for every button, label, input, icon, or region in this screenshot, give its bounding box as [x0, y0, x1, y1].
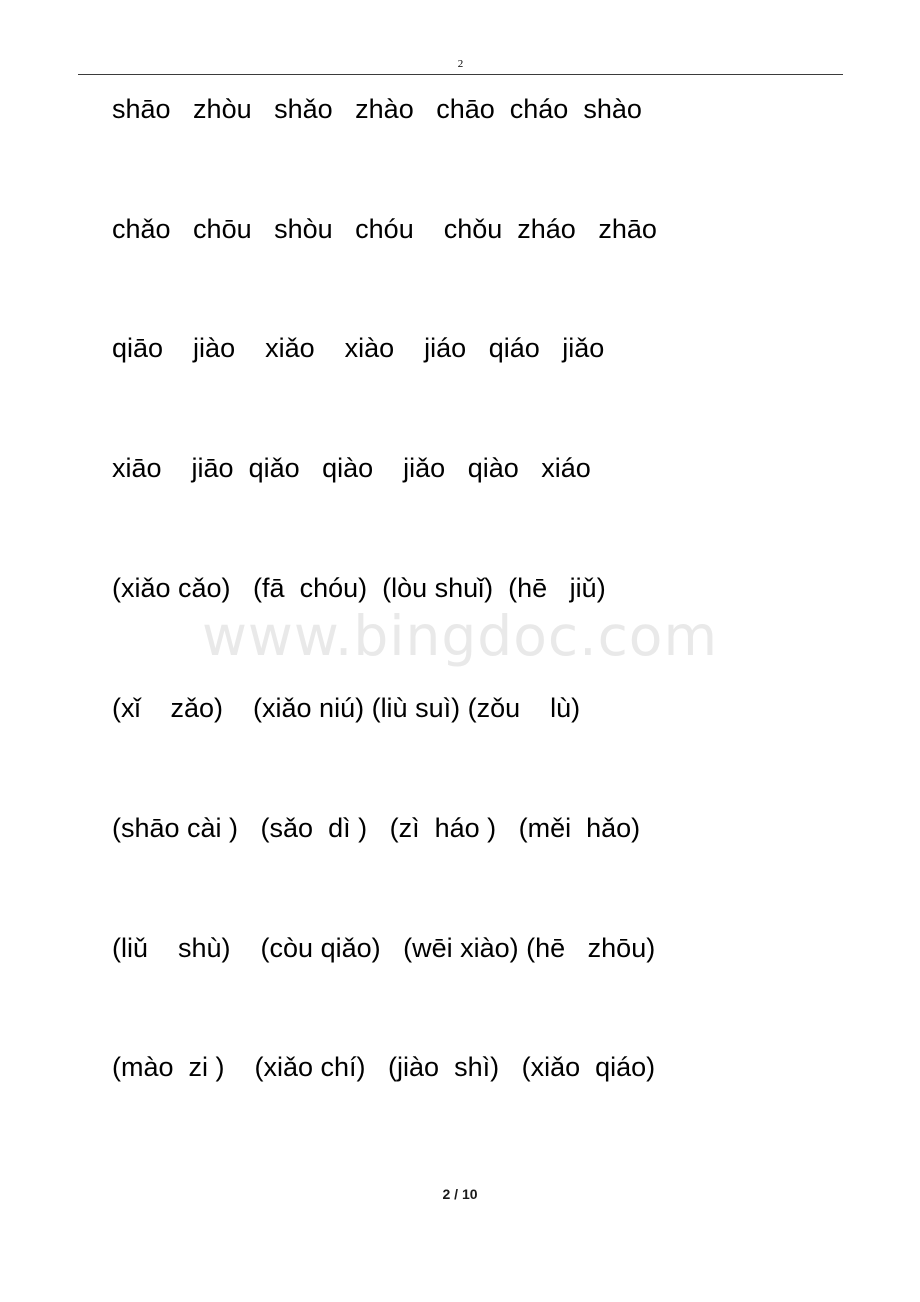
- watermark-text: www.bingdoc.com: [201, 604, 719, 668]
- pinyin-row: (shāo cài ) (sǎo dì ) (zì háo ) (měi hǎo…: [112, 813, 641, 843]
- header-divider: [78, 74, 843, 75]
- pinyin-row: chǎo chōu shòu chóu chǒu zháo zhāo: [112, 214, 657, 244]
- pinyin-row: (xiǎo cǎo) (fā chóu) (lòu shuǐ) (hē jiǔ): [112, 573, 606, 603]
- page-footer: 2 / 10: [442, 1186, 478, 1202]
- pinyin-row: xiāo jiāo qiǎo qiào jiǎo qiào xiáo: [112, 453, 591, 483]
- page-header: 2: [78, 58, 843, 75]
- pinyin-row: shāo zhòu shǎo zhào chāo cháo shào: [112, 94, 642, 124]
- document-page: 2 www.bingdoc.com shāo zhòu shǎo zhào ch…: [0, 0, 920, 1302]
- pinyin-row: (liǔ shù) (còu qiǎo) (wēi xiào) (hē zhōu…: [112, 933, 656, 963]
- pinyin-row: (xǐ zǎo) (xiǎo niú) (liù suì) (zǒu lù): [112, 693, 581, 723]
- pinyin-row: qiāo jiào xiǎo xiào jiáo qiáo jiǎo: [112, 333, 605, 363]
- header-page-number: 2: [457, 58, 464, 70]
- pinyin-row: (mào zi ) (xiǎo chí) (jiào shì) (xiǎo qi…: [112, 1052, 656, 1082]
